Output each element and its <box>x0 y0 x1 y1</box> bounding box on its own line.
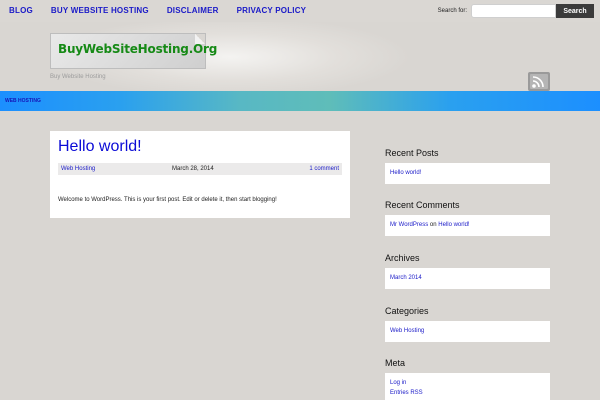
site-logo[interactable]: BuyWebSiteHosting.Org <box>50 33 217 69</box>
post-meta: Web Hosting March 28, 2014 1 comment <box>58 163 342 175</box>
recent-comment: Mr WordPress on Hello world! <box>390 220 545 230</box>
recent-post-link[interactable]: Hello world! <box>390 168 545 178</box>
widget-title-recent-posts: Recent Posts <box>385 148 439 158</box>
site-header: BuyWebSiteHosting.Org Buy Website Hostin… <box>0 22 600 91</box>
category-bar: WEB HOSTING <box>0 91 600 111</box>
search-button[interactable]: Search <box>556 4 594 18</box>
comment-author-link[interactable]: Mr WordPress <box>390 222 428 228</box>
post-category-link[interactable]: Web Hosting <box>61 163 95 175</box>
widget-title-archives: Archives <box>385 253 420 263</box>
widget-title-recent-comments: Recent Comments <box>385 200 460 210</box>
comment-on-text: on <box>428 222 439 228</box>
widget-archives: March 2014 <box>385 268 550 289</box>
category-link-web-hosting[interactable]: WEB HOSTING <box>5 91 41 111</box>
comment-post-link[interactable]: Hello world! <box>438 222 469 228</box>
meta-login-link[interactable]: Log in <box>390 378 545 388</box>
widget-title-meta: Meta <box>385 358 406 368</box>
nav-link-buy-website-hosting[interactable]: BUY WEBSITE HOSTING <box>42 0 158 22</box>
meta-entries-rss-link[interactable]: Entries RSS <box>390 388 545 398</box>
top-bar: BLOG BUY WEBSITE HOSTING DISCLAIMER PRIV… <box>0 0 600 22</box>
post-body: Welcome to WordPress. This is your first… <box>58 197 277 203</box>
rss-icon[interactable] <box>528 72 550 91</box>
widget-title-categories: Categories <box>385 306 429 316</box>
search-form: Search for: Search <box>438 4 594 18</box>
post-card: Hello world! Web Hosting March 28, 2014 … <box>50 131 350 218</box>
post-date: March 28, 2014 <box>172 166 214 172</box>
widget-meta: Log in Entries RSS <box>385 373 550 400</box>
widget-recent-posts: Hello world! <box>385 163 550 184</box>
site-tagline: Buy Website Hosting <box>50 74 106 80</box>
main-nav: BLOG BUY WEBSITE HOSTING DISCLAIMER PRIV… <box>0 0 315 22</box>
post-title[interactable]: Hello world! <box>58 138 142 156</box>
nav-link-blog[interactable]: BLOG <box>0 0 42 22</box>
category-link[interactable]: Web Hosting <box>390 326 545 336</box>
archive-link[interactable]: March 2014 <box>390 273 545 283</box>
search-input[interactable] <box>471 4 556 18</box>
nav-link-privacy-policy[interactable]: PRIVACY POLICY <box>228 0 316 22</box>
widget-categories: Web Hosting <box>385 321 550 342</box>
nav-link-disclaimer[interactable]: DISCLAIMER <box>158 0 228 22</box>
logo-page-curl <box>195 34 205 44</box>
widget-recent-comments: Mr WordPress on Hello world! <box>385 215 550 236</box>
post-comments-link[interactable]: 1 comment <box>309 163 339 175</box>
logo-text: BuyWebSiteHosting.Org <box>58 42 218 56</box>
search-label: Search for: <box>437 8 467 14</box>
